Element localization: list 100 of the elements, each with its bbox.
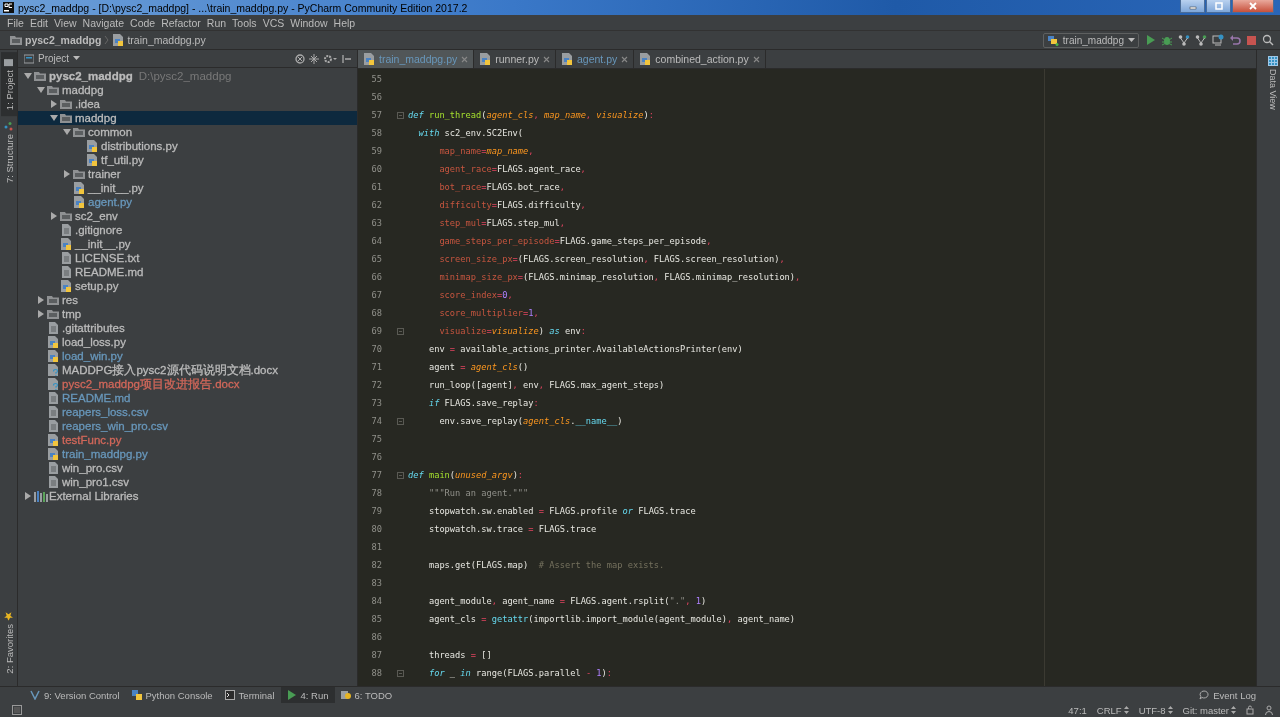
tree-item[interactable]: win_pro.csv bbox=[18, 461, 357, 475]
tree-item[interactable]: maddpg bbox=[18, 111, 357, 125]
tool-window-tab[interactable]: 7: Structure bbox=[0, 116, 17, 190]
collapsed-arrow-icon[interactable] bbox=[50, 212, 58, 220]
view-selector[interactable]: Project bbox=[24, 53, 81, 64]
menu-item[interactable]: File bbox=[4, 16, 27, 29]
tree-item[interactable]: tf_util.py bbox=[18, 153, 357, 167]
tree-item[interactable]: tmp bbox=[18, 307, 357, 321]
tool-window-button[interactable]: 9: Version Control bbox=[24, 687, 126, 703]
menu-item[interactable]: Code bbox=[127, 16, 159, 29]
debug-icon[interactable] bbox=[1161, 34, 1173, 46]
tree-item[interactable]: .gitignore bbox=[18, 223, 357, 237]
tree-item[interactable]: sc2_env bbox=[18, 209, 357, 223]
menu-item[interactable]: Tools bbox=[229, 16, 260, 29]
menu-item[interactable]: VCS bbox=[259, 16, 288, 29]
tree-item[interactable]: pysc2_maddpg D:\pysc2_maddpg bbox=[18, 69, 357, 83]
expanded-arrow-icon[interactable] bbox=[24, 72, 32, 80]
close-icon[interactable] bbox=[752, 55, 760, 63]
close-icon[interactable] bbox=[621, 55, 629, 63]
tree-item[interactable]: trainer bbox=[18, 167, 357, 181]
lock-icon[interactable] bbox=[1246, 705, 1254, 715]
collapsed-arrow-icon[interactable] bbox=[50, 100, 58, 108]
revert-icon[interactable] bbox=[1229, 34, 1241, 46]
tree-item[interactable]: MADDPG接入pysc2源代码说明文档.docx bbox=[18, 363, 357, 377]
editor-tab[interactable]: combined_action.py bbox=[634, 50, 766, 68]
collapsed-arrow-icon[interactable] bbox=[37, 296, 45, 304]
expanded-arrow-icon[interactable] bbox=[37, 86, 45, 94]
fold-marker-icon[interactable] bbox=[397, 327, 404, 335]
run-icon[interactable] bbox=[1146, 34, 1156, 46]
breadcrumb[interactable]: pysc2_maddpg bbox=[10, 34, 102, 46]
tree-item[interactable]: setup.py bbox=[18, 279, 357, 293]
tool-window-tab[interactable]: 2: Favorites bbox=[0, 606, 17, 680]
inspector-icon[interactable] bbox=[1264, 705, 1274, 715]
tree-item[interactable]: win_pro1.csv bbox=[18, 475, 357, 489]
tool-window-tab[interactable]: 1: Project bbox=[0, 52, 17, 117]
tool-window-button[interactable]: 6: TODO bbox=[334, 687, 399, 703]
tree-item[interactable]: res bbox=[18, 293, 357, 307]
branch-selector[interactable]: Git: master bbox=[1182, 704, 1236, 716]
fold-marker-icon[interactable] bbox=[397, 669, 404, 677]
caret-position[interactable]: 47:1 bbox=[1068, 704, 1087, 716]
collapsed-arrow-icon[interactable] bbox=[37, 310, 45, 318]
maximize-button[interactable] bbox=[1206, 0, 1231, 13]
tool-windows-icon[interactable] bbox=[12, 705, 22, 715]
fold-marker-icon[interactable] bbox=[397, 471, 404, 479]
vcs-commit-icon[interactable] bbox=[1195, 34, 1207, 46]
tree-item[interactable]: maddpg bbox=[18, 83, 357, 97]
settings-icon[interactable] bbox=[323, 53, 337, 64]
expanded-arrow-icon[interactable] bbox=[63, 128, 71, 136]
tree-item[interactable]: agent.py bbox=[18, 195, 357, 209]
compare-icon[interactable] bbox=[1212, 34, 1224, 46]
expanded-arrow-icon[interactable] bbox=[50, 114, 58, 122]
run-config-dropdown[interactable]: train_maddpg bbox=[1042, 32, 1139, 48]
collapse-all-icon[interactable] bbox=[309, 53, 319, 64]
tool-window-button[interactable]: Terminal bbox=[218, 687, 281, 703]
collapsed-arrow-icon[interactable] bbox=[63, 170, 71, 178]
tree-item[interactable]: reapers_loss.csv bbox=[18, 405, 357, 419]
hide-icon[interactable] bbox=[341, 53, 351, 64]
tree-item[interactable]: __init__.py bbox=[18, 237, 357, 251]
close-button[interactable] bbox=[1232, 0, 1274, 13]
menu-item[interactable]: View bbox=[51, 16, 80, 29]
tree-item[interactable]: testFunc.py bbox=[18, 433, 357, 447]
stop-icon[interactable] bbox=[1246, 34, 1257, 46]
tool-window-button[interactable]: Event Log bbox=[1193, 687, 1262, 703]
menu-item[interactable]: Refactor bbox=[158, 16, 204, 29]
collapsed-arrow-icon[interactable] bbox=[24, 492, 32, 500]
tree-item[interactable]: load_win.py bbox=[18, 349, 357, 363]
tree-item[interactable]: distributions.py bbox=[18, 139, 357, 153]
line-separator-selector[interactable]: CRLF bbox=[1096, 704, 1129, 716]
editor-tab[interactable]: runner.py bbox=[474, 50, 556, 68]
tree-item[interactable]: pysc2_maddpg项目改进报告.docx bbox=[18, 377, 357, 391]
editor-tab[interactable]: agent.py bbox=[556, 50, 635, 68]
tree-item[interactable]: __init__.py bbox=[18, 181, 357, 195]
scroll-from-source-icon[interactable] bbox=[295, 53, 305, 64]
menu-item[interactable]: Help bbox=[330, 16, 359, 29]
vcs-update-icon[interactable] bbox=[1178, 34, 1190, 46]
tree-item[interactable]: External Libraries bbox=[18, 489, 357, 503]
tool-window-button[interactable]: Python Console bbox=[125, 687, 219, 703]
encoding-selector[interactable]: UTF-8 bbox=[1138, 704, 1173, 716]
tree-item[interactable]: README.md bbox=[18, 391, 357, 405]
tree-item[interactable]: .idea bbox=[18, 97, 357, 111]
tool-window-button[interactable]: 4: Run bbox=[280, 687, 335, 703]
minimize-button[interactable] bbox=[1180, 0, 1205, 13]
menu-item[interactable]: Run bbox=[203, 16, 230, 29]
tree-item[interactable]: load_loss.py bbox=[18, 335, 357, 349]
tree-item[interactable]: common bbox=[18, 125, 357, 139]
tool-window-tab[interactable]: Data View bbox=[1266, 52, 1280, 114]
close-icon[interactable] bbox=[543, 55, 550, 63]
menu-item[interactable]: Window bbox=[287, 16, 331, 29]
tree-item[interactable]: LICENSE.txt bbox=[18, 251, 357, 265]
tree-item[interactable]: reapers_win_pro.csv bbox=[18, 419, 357, 433]
menu-item[interactable]: Edit bbox=[26, 16, 51, 29]
fold-marker-icon[interactable] bbox=[397, 111, 404, 119]
breadcrumb[interactable]: train_maddpg.py bbox=[112, 34, 206, 46]
menu-item[interactable]: Navigate bbox=[79, 16, 128, 29]
search-icon[interactable] bbox=[1262, 34, 1274, 46]
fold-marker-icon[interactable] bbox=[397, 417, 404, 425]
tree-item[interactable]: train_maddpg.py bbox=[18, 447, 357, 461]
close-icon[interactable] bbox=[461, 55, 469, 63]
tree-item[interactable]: README.md bbox=[18, 265, 357, 279]
tree-item[interactable]: .gitattributes bbox=[18, 321, 357, 335]
